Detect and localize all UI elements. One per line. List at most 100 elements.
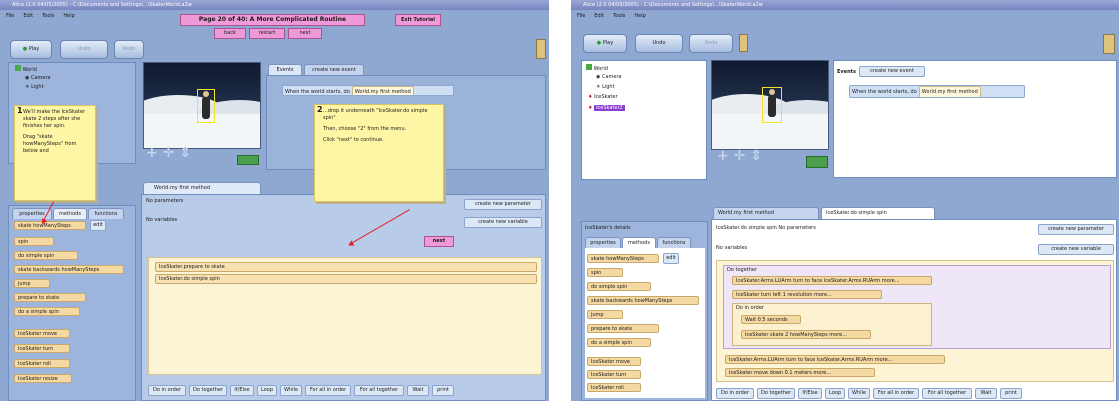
tree-item-world[interactable]: World <box>586 64 608 72</box>
tab-methods[interactable]: methods <box>622 237 656 248</box>
menu-help[interactable]: Help <box>634 13 645 19</box>
method-prepare-to-skate[interactable]: prepare to skate <box>14 293 86 302</box>
note-next-button[interactable]: next <box>424 236 454 247</box>
menu-tools[interactable]: Tools <box>42 13 54 19</box>
method-spin[interactable]: spin <box>587 268 623 277</box>
world-view[interactable] <box>143 62 261 149</box>
for-all-together-tile[interactable]: For all together <box>922 388 972 399</box>
code-line-wait[interactable]: Wait 0.5 seconds <box>741 315 801 324</box>
trash-icon[interactable] <box>739 34 748 52</box>
edit-button[interactable]: edit <box>90 220 106 231</box>
play-button[interactable]: ● Play <box>10 40 52 59</box>
do-in-order-block[interactable]: Do in order Wait 0.5 seconds IceSkater s… <box>732 303 932 346</box>
tab-world-my-first-method[interactable]: World.my first method <box>143 182 261 194</box>
while-tile[interactable]: While <box>848 388 870 399</box>
tree-item-iceskater[interactable]: ♦ IceSkater <box>588 94 618 100</box>
code-area[interactable]: IceSkater.prepare to skate IceSkater.do … <box>148 257 542 375</box>
exit-tutorial-button[interactable]: Exit Tutorial <box>395 14 441 26</box>
method-move[interactable]: IceSkater move <box>587 357 641 366</box>
undo-button[interactable]: Undo <box>635 34 683 53</box>
method-jump[interactable]: jump <box>587 310 623 319</box>
method-prepare-to-skate[interactable]: prepare to skate <box>587 324 659 333</box>
menu-tools[interactable]: Tools <box>613 13 625 19</box>
code-line-move-down[interactable]: IceSkater move down 0.1 meters more... <box>725 368 875 377</box>
redo-button[interactable]: Redo <box>114 40 144 59</box>
do-together-block[interactable]: Do together IceSkater.Arms.LUArm turn to… <box>723 265 1111 349</box>
method-roll[interactable]: IceSkater roll <box>14 359 70 368</box>
method-do-a-simple-spin[interactable]: do a simple spin <box>587 338 651 347</box>
tab-do-simple-spin[interactable]: IceSkater.do simple spin <box>821 207 935 219</box>
loop-tile[interactable]: Loop <box>825 388 845 399</box>
if-else-tile[interactable]: If/Else <box>798 388 822 399</box>
code-line-arm-turn-2[interactable]: IceSkater.Arms.LUArm turn to face IceSka… <box>725 355 945 364</box>
create-new-event-button[interactable]: create new event <box>859 66 925 77</box>
method-move[interactable]: IceSkater move <box>14 329 70 338</box>
do-together-tile[interactable]: Do together <box>757 388 795 399</box>
for-all-together-tile[interactable]: For all together <box>354 385 404 396</box>
trash-icon[interactable] <box>536 39 546 59</box>
while-tile[interactable]: While <box>280 385 302 396</box>
tree-item-world[interactable]: World <box>15 65 37 73</box>
method-skate-how-many-steps[interactable]: skate howManySteps <box>14 221 86 230</box>
method-skate-how-many-steps[interactable]: skate howManySteps <box>587 254 659 263</box>
method-jump[interactable]: jump <box>14 279 50 288</box>
create-new-variable-button[interactable]: create new variable <box>1038 244 1114 255</box>
tab-methods[interactable]: methods <box>53 208 87 219</box>
code-line-prepare-to-skate[interactable]: IceSkater.prepare to skate <box>155 262 537 272</box>
menu-help[interactable]: Help <box>63 13 74 19</box>
method-skate-backwards[interactable]: skate backwards howManySteps <box>14 265 124 274</box>
tab-events[interactable]: Events <box>268 64 302 75</box>
code-line-skate[interactable]: IceSkater skate 2 howManySteps more... <box>741 330 871 339</box>
create-new-parameter-button[interactable]: create new parameter <box>464 199 542 210</box>
redo-button[interactable]: Redo <box>689 34 733 53</box>
clipboard-icon[interactable] <box>1103 34 1115 54</box>
method-skate-backwards[interactable]: skate backwards howManySteps <box>587 296 699 305</box>
loop-tile[interactable]: Loop <box>257 385 277 396</box>
restart-button[interactable]: restart <box>249 28 285 39</box>
do-together-tile[interactable]: Do together <box>189 385 227 396</box>
event-when-world-starts[interactable]: When the world starts, do World.my first … <box>849 85 1025 98</box>
undo-button[interactable]: Undo <box>60 40 108 59</box>
for-all-in-order-tile[interactable]: For all in order <box>873 388 919 399</box>
print-tile[interactable]: print <box>432 385 454 396</box>
code-line-arm-turn[interactable]: IceSkater.Arms.LUArm turn to face IceSka… <box>732 276 932 285</box>
menu-file[interactable]: File <box>577 13 585 19</box>
add-objects-button[interactable] <box>806 156 828 168</box>
menu-edit[interactable]: Edit <box>594 13 604 19</box>
method-do-simple-spin[interactable]: do simple spin <box>587 282 651 291</box>
method-do-a-simple-spin[interactable]: do a simple spin <box>14 307 80 316</box>
tree-item-light[interactable]: ☀ Light <box>596 84 615 90</box>
do-in-order-tile[interactable]: Do in order <box>716 388 754 399</box>
camera-controls[interactable]: + ✛ ⇕ <box>146 145 191 161</box>
method-turn[interactable]: IceSkater turn <box>14 344 70 353</box>
event-when-world-starts[interactable]: When the world starts, do World.my first … <box>282 85 454 96</box>
add-objects-button[interactable] <box>237 155 259 165</box>
menu-edit[interactable]: Edit <box>23 13 33 19</box>
method-resize[interactable]: IceSkater resize <box>14 374 72 383</box>
wait-tile[interactable]: Wait <box>407 385 429 396</box>
world-view[interactable] <box>711 60 829 150</box>
code-line-turn-left[interactable]: IceSkater turn left 1 revolution more... <box>732 290 882 299</box>
if-else-tile[interactable]: If/Else <box>230 385 254 396</box>
play-button[interactable]: ● Play <box>583 34 627 53</box>
method-do-simple-spin[interactable]: do simple spin <box>14 251 78 260</box>
back-button[interactable]: back <box>214 28 246 39</box>
code-line-do-simple-spin[interactable]: IceSkater.do simple spin <box>155 274 537 284</box>
method-spin[interactable]: spin <box>14 237 54 246</box>
for-all-in-order-tile[interactable]: For all in order <box>305 385 351 396</box>
tree-item-camera[interactable]: ◉ Camera <box>596 74 622 80</box>
tab-properties[interactable]: properties <box>585 237 621 248</box>
next-button[interactable]: next <box>288 28 322 39</box>
tree-item-iceskater2[interactable]: ♦ IceSkater2 <box>588 105 625 111</box>
tab-world-my-first-method[interactable]: World.my first method <box>713 207 819 219</box>
tree-item-camera[interactable]: ◉ Camera <box>25 75 51 81</box>
code-area[interactable]: Do together IceSkater.Arms.LUArm turn to… <box>716 260 1114 382</box>
edit-button[interactable]: edit <box>663 253 679 264</box>
tab-functions[interactable]: functions <box>88 208 124 219</box>
tree-item-light[interactable]: ☀ Light <box>25 84 44 90</box>
do-in-order-tile[interactable]: Do in order <box>148 385 186 396</box>
create-new-event-button[interactable]: create new event <box>304 64 364 75</box>
menu-file[interactable]: File <box>6 13 14 19</box>
camera-controls[interactable]: + ✛ ⇕ <box>717 148 762 164</box>
tab-functions[interactable]: functions <box>657 237 691 248</box>
